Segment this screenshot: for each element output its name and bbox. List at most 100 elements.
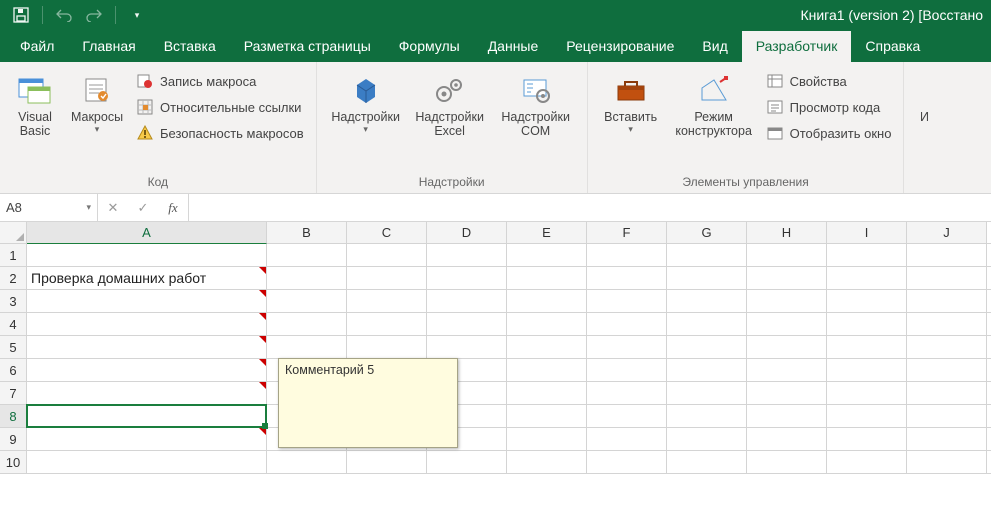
col-header-G[interactable]: G [667, 222, 747, 243]
cell[interactable] [587, 428, 667, 450]
tab-insert[interactable]: Вставка [150, 31, 230, 62]
cell[interactable] [267, 244, 347, 266]
redo-icon[interactable] [85, 6, 103, 24]
xml-partial-button[interactable]: И [914, 66, 934, 124]
view-code-button[interactable]: Просмотр кода [764, 96, 894, 118]
tab-data[interactable]: Данные [474, 31, 553, 62]
cell[interactable] [747, 267, 827, 289]
visual-basic-button[interactable]: Visual Basic [10, 66, 60, 139]
cell[interactable] [747, 382, 827, 404]
cell[interactable] [27, 244, 267, 266]
col-header-E[interactable]: E [507, 222, 587, 243]
cell[interactable] [587, 405, 667, 427]
col-header-H[interactable]: H [747, 222, 827, 243]
cell[interactable]: Проверка домашних работ [27, 267, 267, 289]
cell[interactable] [667, 405, 747, 427]
tab-help[interactable]: Справка [851, 31, 934, 62]
insert-controls-button[interactable]: Вставить ▾ [598, 66, 664, 135]
cell[interactable] [27, 405, 267, 427]
cell[interactable] [587, 267, 667, 289]
cell[interactable] [907, 267, 987, 289]
cell[interactable] [587, 382, 667, 404]
cell[interactable] [827, 382, 907, 404]
cell[interactable] [907, 244, 987, 266]
cell[interactable] [507, 313, 587, 335]
cell[interactable] [747, 405, 827, 427]
record-macro-button[interactable]: Запись макроса [134, 70, 306, 92]
cell[interactable] [827, 267, 907, 289]
cell[interactable] [587, 336, 667, 358]
cell[interactable] [267, 267, 347, 289]
cell[interactable] [907, 290, 987, 312]
save-icon[interactable] [12, 6, 30, 24]
col-header-C[interactable]: C [347, 222, 427, 243]
cell[interactable] [27, 451, 267, 473]
com-addins-button[interactable]: Надстройки COM [495, 66, 577, 139]
enter-formula-button[interactable]: ✓ [128, 194, 158, 221]
relative-refs-button[interactable]: Относительные ссылки [134, 96, 306, 118]
cell[interactable] [587, 451, 667, 473]
undo-icon[interactable] [55, 6, 73, 24]
design-mode-button[interactable]: Режим конструктора [670, 66, 758, 139]
cell[interactable] [587, 290, 667, 312]
cell[interactable] [827, 244, 907, 266]
run-dialog-button[interactable]: Отобразить окно [764, 122, 894, 144]
cell[interactable] [667, 382, 747, 404]
row-header[interactable]: 6 [0, 359, 27, 381]
col-header-J[interactable]: J [907, 222, 987, 243]
cancel-formula-button[interactable]: ✕ [98, 194, 128, 221]
row-header[interactable]: 1 [0, 244, 27, 266]
row-header[interactable]: 10 [0, 451, 27, 473]
cell[interactable] [27, 313, 267, 335]
comment-popup[interactable]: Комментарий 5 [278, 358, 458, 448]
qat-customize-icon[interactable]: ▾ [128, 6, 146, 24]
excel-addins-button[interactable]: Надстройки Excel [411, 66, 489, 139]
tab-formulas[interactable]: Формулы [385, 31, 474, 62]
cell[interactable] [667, 359, 747, 381]
row-header[interactable]: 2 [0, 267, 27, 289]
macro-security-button[interactable]: Безопасность макросов [134, 122, 306, 144]
cell[interactable] [347, 313, 427, 335]
cell[interactable] [747, 428, 827, 450]
cell[interactable] [907, 336, 987, 358]
cell[interactable] [667, 336, 747, 358]
cell[interactable] [667, 428, 747, 450]
cell[interactable] [747, 451, 827, 473]
cell[interactable] [507, 428, 587, 450]
tab-page-layout[interactable]: Разметка страницы [230, 31, 385, 62]
row-header[interactable]: 3 [0, 290, 27, 312]
cell[interactable] [747, 359, 827, 381]
row-header[interactable]: 5 [0, 336, 27, 358]
cell[interactable] [907, 405, 987, 427]
cell[interactable] [827, 359, 907, 381]
cell[interactable] [427, 244, 507, 266]
chevron-down-icon[interactable]: ▾ [86, 202, 91, 213]
cell[interactable] [27, 336, 267, 358]
cell[interactable] [347, 336, 427, 358]
col-header-F[interactable]: F [587, 222, 667, 243]
cell[interactable] [747, 244, 827, 266]
cell[interactable] [427, 290, 507, 312]
cell[interactable] [907, 428, 987, 450]
cell[interactable] [907, 451, 987, 473]
cell[interactable] [827, 336, 907, 358]
row-header[interactable]: 8 [0, 405, 27, 427]
cell[interactable] [907, 359, 987, 381]
cell[interactable] [667, 313, 747, 335]
name-box[interactable]: A8 ▾ [0, 194, 98, 221]
cell[interactable] [667, 267, 747, 289]
cell[interactable] [667, 244, 747, 266]
tab-file[interactable]: Файл [6, 31, 68, 62]
row-header[interactable]: 7 [0, 382, 27, 404]
cell[interactable] [347, 244, 427, 266]
cell[interactable] [507, 244, 587, 266]
cell[interactable] [27, 382, 267, 404]
cell[interactable] [507, 405, 587, 427]
cell[interactable] [267, 290, 347, 312]
col-header-D[interactable]: D [427, 222, 507, 243]
tab-view[interactable]: Вид [688, 31, 741, 62]
cell[interactable] [27, 290, 267, 312]
cell[interactable] [747, 313, 827, 335]
select-all-corner[interactable] [0, 222, 27, 243]
formula-input[interactable] [189, 194, 991, 221]
